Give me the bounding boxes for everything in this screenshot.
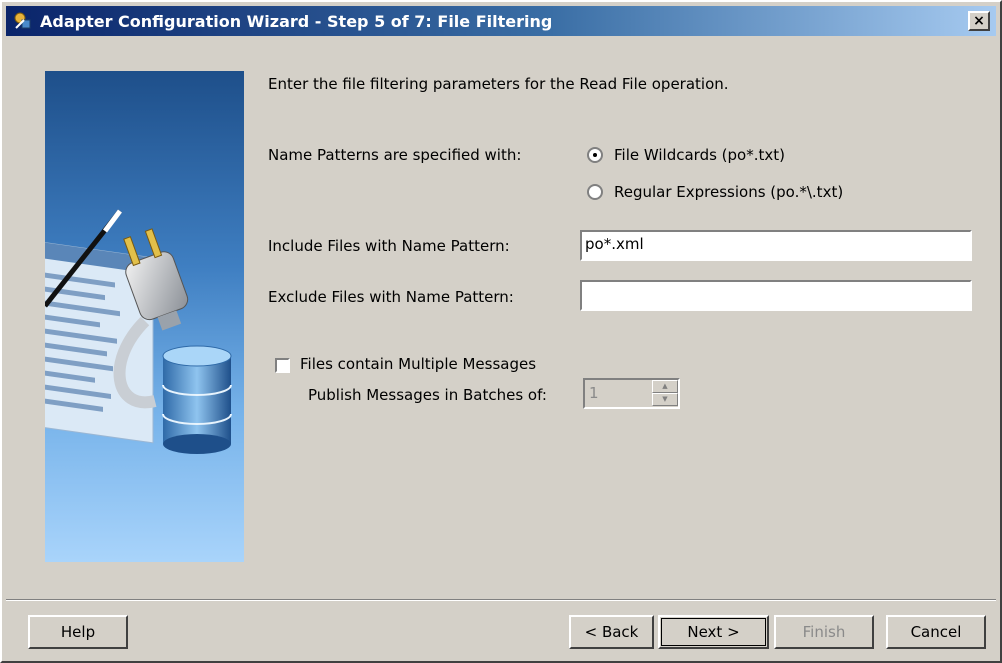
wizard-dialog: Adapter Configuration Wizard - Step 5 of… [0,0,1002,663]
cancel-button[interactable]: Cancel [886,615,986,649]
wizard-wand-icon [14,12,32,30]
radio-regular-expressions[interactable] [587,184,603,200]
batch-size-label: Publish Messages in Batches of: [308,386,547,404]
batch-size-value: 1 [589,384,599,402]
back-button[interactable]: < Back [569,615,654,649]
radio-file-wildcards[interactable] [587,147,603,163]
multiple-messages-label[interactable]: Files contain Multiple Messages [300,355,536,373]
include-pattern-input[interactable]: po*.xml [580,230,972,261]
window-title: Adapter Configuration Wizard - Step 5 of… [40,12,553,31]
side-illustration [45,71,244,562]
spinner-buttons: ▲ ▼ [652,380,678,407]
help-button[interactable]: Help [28,615,128,649]
title-bar[interactable]: Adapter Configuration Wizard - Step 5 of… [6,6,996,36]
close-button[interactable]: × [968,11,990,31]
spinner-up-icon[interactable]: ▲ [652,380,678,393]
next-button[interactable]: Next > [658,615,769,649]
multiple-messages-checkbox[interactable] [275,358,290,373]
radio-file-wildcards-label[interactable]: File Wildcards (po*.txt) [614,146,785,164]
close-icon: × [973,13,985,29]
batch-size-spinner[interactable]: 1 ▲ ▼ [583,378,680,409]
exclude-pattern-label: Exclude Files with Name Pattern: [268,288,514,306]
include-pattern-label: Include Files with Name Pattern: [268,237,510,255]
footer-separator [6,599,996,601]
instruction-text: Enter the file filtering parameters for … [268,75,729,93]
patterns-label: Name Patterns are specified with: [268,146,522,164]
finish-button[interactable]: Finish [774,615,874,649]
adapter-plug-database-illustration [45,209,232,454]
exclude-pattern-input[interactable] [580,280,972,311]
radio-regular-expressions-label[interactable]: Regular Expressions (po.*\.txt) [614,183,843,201]
spinner-down-icon[interactable]: ▼ [652,393,678,406]
